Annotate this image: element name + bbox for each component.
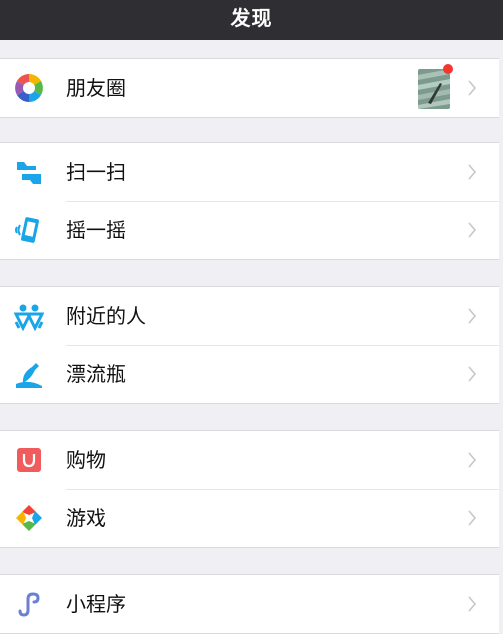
navigation-bar: 发现	[0, 0, 503, 40]
list-item-drift-bottle[interactable]: 漂流瓶	[0, 345, 499, 403]
chevron-right-icon	[468, 452, 477, 468]
drift-bottle-icon	[14, 359, 44, 389]
chevron-right-icon	[468, 80, 477, 96]
list-item-label: 附近的人	[66, 304, 146, 328]
shopping-icon	[14, 445, 44, 475]
list-item-people-nearby[interactable]: 附近的人	[0, 287, 499, 345]
chevron-right-icon	[468, 308, 477, 324]
chevron-right-icon	[468, 222, 477, 238]
games-icon	[14, 503, 44, 533]
chevron-right-icon	[468, 510, 477, 526]
list-item-label: 漂流瓶	[66, 362, 126, 386]
list-item-label: 小程序	[66, 592, 126, 616]
section-mini-programs: 小程序	[0, 574, 499, 634]
chevron-right-icon	[468, 596, 477, 612]
list-item-scan[interactable]: 扫一扫	[0, 143, 499, 201]
list-item-label: 游戏	[66, 506, 106, 530]
people-nearby-icon	[14, 301, 44, 331]
section-shopping-games: 购物 游戏	[0, 430, 499, 548]
scan-icon	[14, 157, 44, 187]
chevron-right-icon	[468, 164, 477, 180]
list-item-label: 扫一扫	[66, 160, 126, 184]
list-item-moments[interactable]: 朋友圈	[0, 59, 499, 117]
chevron-right-icon	[468, 366, 477, 382]
notification-dot	[443, 64, 453, 74]
list-item-shopping[interactable]: 购物	[0, 431, 499, 489]
section-moments: 朋友圈	[0, 58, 499, 118]
list-item-label: 朋友圈	[66, 76, 126, 100]
section-nearby-bottle: 附近的人 漂流瓶	[0, 286, 499, 404]
list-item-mini-programs[interactable]: 小程序	[0, 575, 499, 633]
section-scan-shake: 扫一扫 摇一摇	[0, 142, 499, 260]
scroll-edge	[499, 40, 503, 625]
list-item-games[interactable]: 游戏	[0, 489, 499, 547]
shake-icon	[14, 215, 44, 245]
mini-programs-icon	[14, 589, 44, 619]
list-item-label: 购物	[66, 448, 106, 472]
list-item-shake[interactable]: 摇一摇	[0, 201, 499, 259]
list-item-label: 摇一摇	[66, 218, 126, 242]
page-title: 发现	[230, 5, 273, 30]
moments-thumbnail	[418, 69, 450, 109]
moments-icon	[14, 73, 44, 103]
